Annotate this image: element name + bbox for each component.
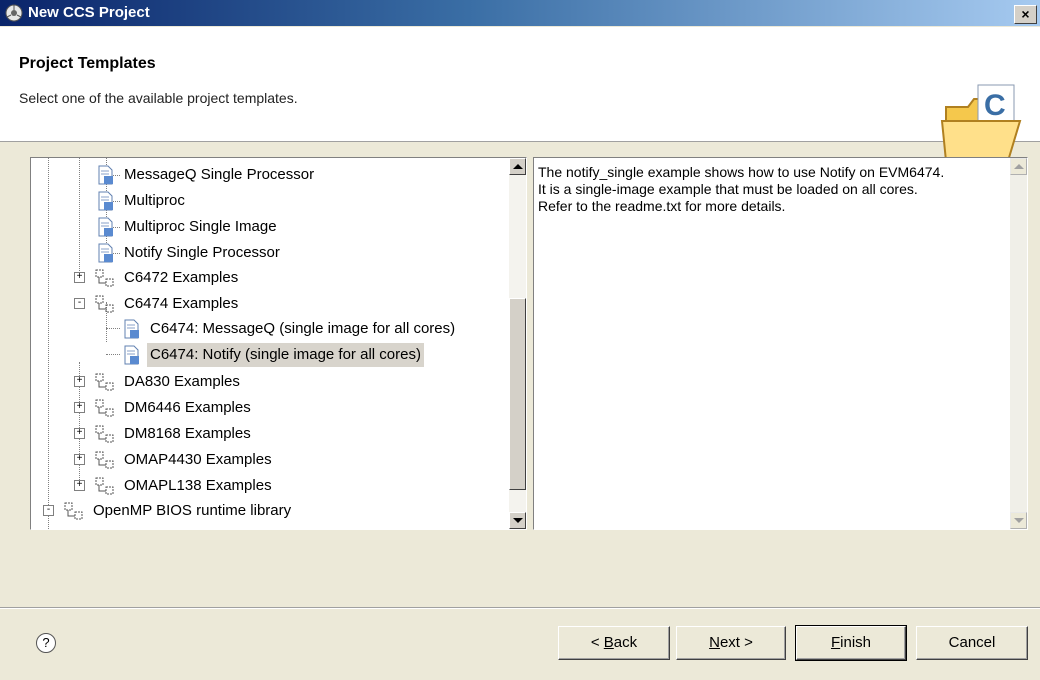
scroll-thumb[interactable]: [509, 298, 526, 490]
tree-line: [79, 158, 80, 277]
template-file-icon: [98, 165, 113, 185]
example-group-icon: [95, 425, 114, 443]
scroll-up-button[interactable]: [509, 158, 526, 175]
expand-toggle[interactable]: +: [74, 402, 85, 413]
tree-item-label: C6474: Notify (single image for all core…: [147, 343, 424, 367]
cancel-button[interactable]: Cancel: [916, 626, 1028, 660]
description-line: Refer to the readme.txt for more details…: [538, 198, 786, 214]
scroll-down-button[interactable]: [509, 512, 526, 529]
template-file-icon: [124, 345, 139, 365]
tree-item-label: OpenMP BIOS runtime library: [93, 502, 292, 519]
page-title: Project Templates: [19, 55, 156, 72]
example-group-icon: [95, 295, 114, 313]
example-group-icon: [95, 269, 114, 287]
tree-item-label: MessageQ Single Processor: [124, 166, 315, 183]
tree-item-label: OMAPL138 Examples: [124, 477, 272, 494]
finish-mnemonic: F: [830, 634, 841, 651]
expand-toggle[interactable]: +: [74, 454, 85, 465]
tree-scrollbar[interactable]: [509, 158, 526, 529]
collapse-toggle[interactable]: -: [74, 298, 85, 309]
template-file-icon: [124, 319, 139, 339]
title-bar: New CCS Project ×: [0, 0, 1040, 26]
arrow-up-icon: [512, 164, 523, 169]
tree-item-label: DM6446 Examples: [124, 399, 251, 416]
tree-line: [48, 158, 49, 529]
expand-toggle[interactable]: +: [74, 428, 85, 439]
tree-item-label: C6474: MessageQ (single image for all co…: [150, 320, 456, 337]
example-group-icon: [95, 477, 114, 495]
description-text: The notify_single example shows how to u…: [538, 164, 1006, 215]
window-title: New CCS Project: [28, 4, 150, 21]
scroll-down-button[interactable]: [1010, 512, 1027, 529]
tree-item-label: C6472 Examples: [124, 269, 239, 286]
back-mnemonic: B: [603, 634, 614, 651]
next-button[interactable]: Next >: [676, 626, 786, 660]
tree-item-label: Multiproc Single Image: [124, 218, 277, 235]
project-folder-icon: C: [940, 84, 1022, 162]
page-subtitle: Select one of the available project temp…: [19, 90, 298, 106]
svg-text:C: C: [984, 89, 1006, 122]
footer-divider: [0, 607, 1040, 609]
arrow-down-icon: [1013, 518, 1024, 523]
description-line: It is a single-image example that must b…: [538, 181, 918, 197]
arrow-up-icon: [1013, 164, 1024, 169]
example-group-icon: [95, 373, 114, 391]
tree-item-label: OMAP4430 Examples: [124, 451, 272, 468]
example-group-icon: [64, 502, 83, 520]
description-scrollbar[interactable]: [1010, 158, 1027, 529]
expand-toggle[interactable]: +: [74, 376, 85, 387]
tree-line: [106, 328, 120, 329]
arrow-down-icon: [512, 518, 523, 523]
tree-item-label: DA830 Examples: [124, 373, 240, 390]
back-label-prefix: <: [590, 634, 604, 651]
example-group-icon: [95, 399, 114, 417]
example-group-icon: [95, 451, 114, 469]
scroll-up-button[interactable]: [1010, 158, 1027, 175]
template-file-icon: [98, 217, 113, 237]
tree-line: [106, 354, 120, 355]
next-mnemonic: N: [709, 634, 720, 651]
template-file-icon: [98, 243, 113, 263]
tree-item-label: Multiproc: [124, 192, 185, 209]
back-button[interactable]: < Back: [558, 626, 670, 660]
expand-toggle[interactable]: +: [74, 480, 85, 491]
description-line: The notify_single example shows how to u…: [538, 164, 945, 180]
wizard-header: Project Templates Select one of the avai…: [0, 27, 1040, 162]
finish-button[interactable]: Finish: [795, 625, 907, 661]
close-button[interactable]: ×: [1014, 5, 1037, 24]
tree-item-label: Notify Single Processor: [124, 244, 280, 261]
tree-item-label: C6474 Examples: [124, 295, 239, 312]
ccs-app-icon: [5, 4, 23, 22]
template-file-icon: [98, 191, 113, 211]
back-label-rest: ack: [613, 634, 638, 651]
help-icon[interactable]: ?: [36, 633, 56, 653]
template-description[interactable]: The notify_single example shows how to u…: [533, 157, 1028, 530]
collapse-toggle[interactable]: -: [43, 505, 54, 516]
expand-toggle[interactable]: +: [74, 272, 85, 283]
template-tree[interactable]: MessageQ Single Processor Multiproc Mult…: [30, 157, 527, 530]
next-label-rest: ext >: [719, 634, 753, 651]
tree-item-label: DM8168 Examples: [124, 425, 251, 442]
finish-label-rest: inish: [840, 634, 872, 651]
